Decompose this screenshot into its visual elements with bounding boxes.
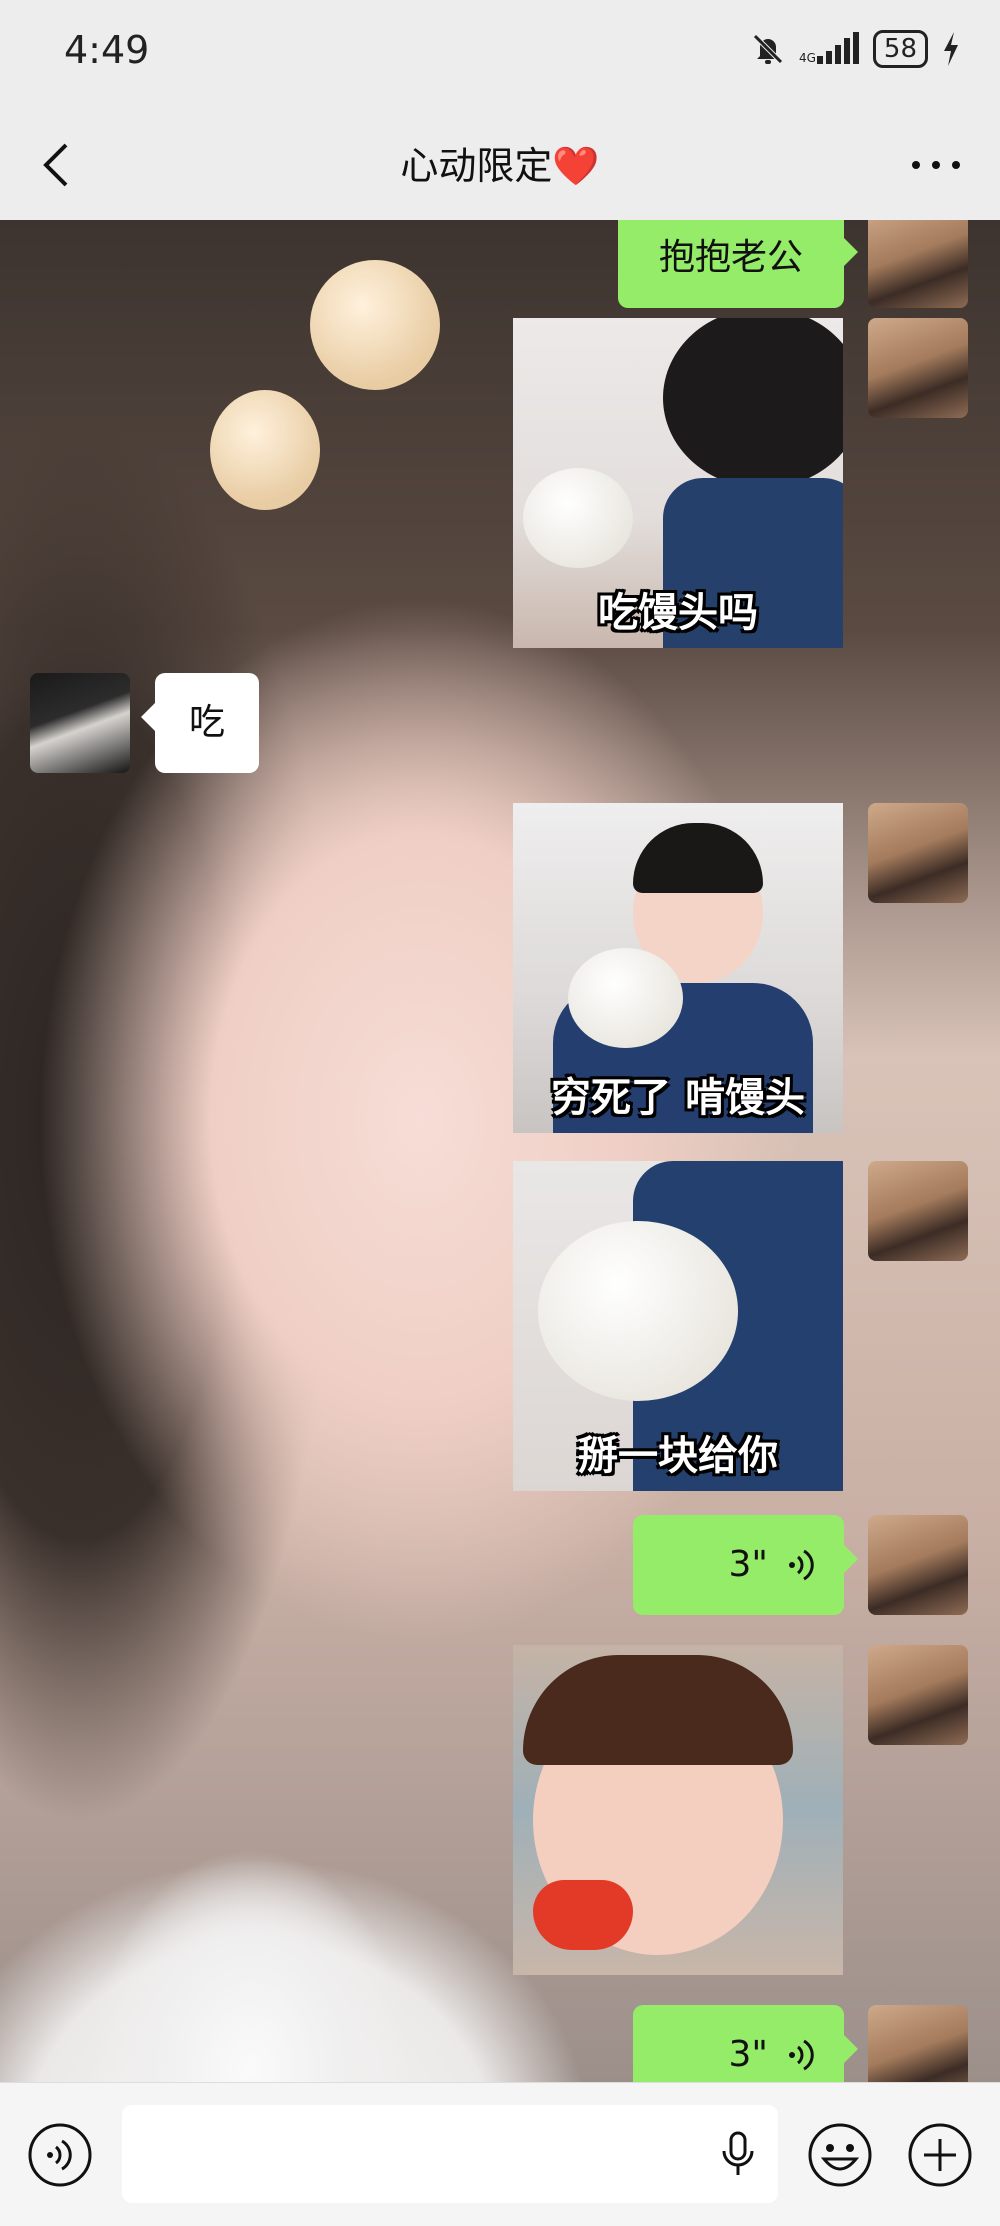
svg-text:4G: 4G bbox=[799, 51, 816, 65]
more-options-icon[interactable] bbox=[906, 140, 966, 190]
sticker-child-hair bbox=[663, 318, 843, 488]
voice-wave-icon bbox=[789, 2039, 814, 2071]
my-avatar[interactable] bbox=[868, 220, 968, 308]
emoji-icon[interactable] bbox=[806, 2121, 874, 2189]
my-avatar[interactable] bbox=[868, 318, 968, 418]
my-avatar[interactable] bbox=[868, 1161, 968, 1261]
input-toolbar bbox=[0, 2082, 1000, 2226]
message-text: 抱抱老公 bbox=[658, 237, 803, 278]
chat-header: 心动限定❤️ bbox=[0, 105, 1000, 220]
sticker-bun bbox=[568, 948, 683, 1048]
my-avatar[interactable] bbox=[868, 803, 968, 903]
sticker-caption: 吃馒头吗 bbox=[598, 590, 758, 636]
voice-message[interactable]: 3" bbox=[633, 1515, 858, 1615]
voice-message[interactable]: 3" bbox=[633, 2005, 858, 2082]
battery-level: 58 bbox=[872, 30, 928, 68]
chat-title: 心动限定❤️ bbox=[400, 144, 600, 188]
message-input[interactable] bbox=[122, 2105, 778, 2203]
sticker-message[interactable] bbox=[513, 1645, 843, 1975]
voice-duration: 3" bbox=[728, 1544, 768, 1585]
sticker-bun bbox=[538, 1221, 738, 1401]
chat-history[interactable]: 抱抱老公 吃馒头吗 吃 穷死了 啃馒头 掰一块给你 3" 3" bbox=[0, 220, 1000, 2082]
sticker-message[interactable]: 掰一块给你 bbox=[513, 1161, 843, 1491]
my-avatar[interactable] bbox=[868, 2005, 968, 2082]
message-text: 吃 bbox=[188, 702, 225, 743]
background-hairclip bbox=[210, 390, 320, 510]
sticker-caption: 穷死了 啃馒头 bbox=[551, 1075, 805, 1121]
my-avatar[interactable] bbox=[868, 1645, 968, 1745]
mute-bell-icon bbox=[753, 34, 783, 64]
my-avatar[interactable] bbox=[868, 1515, 968, 1615]
sticker-message[interactable]: 吃馒头吗 bbox=[513, 318, 843, 648]
text-message-outgoing[interactable]: 抱抱老公 bbox=[618, 220, 858, 308]
voice-wave-icon bbox=[789, 1549, 814, 1581]
status-icons: 4G 58 bbox=[751, 30, 960, 68]
voice-input-toggle-icon[interactable] bbox=[26, 2121, 94, 2189]
signal-icon: 4G bbox=[799, 32, 859, 65]
status-time: 4:49 bbox=[64, 28, 150, 72]
sticker-strawberry bbox=[533, 1880, 633, 1950]
voice-duration: 3" bbox=[728, 2034, 768, 2075]
add-icon[interactable] bbox=[906, 2121, 974, 2189]
charging-icon bbox=[944, 32, 958, 66]
text-message-incoming[interactable]: 吃 bbox=[141, 673, 259, 773]
sticker-message[interactable]: 穷死了 啃馒头 bbox=[513, 803, 843, 1133]
contact-avatar[interactable] bbox=[30, 673, 130, 773]
background-hairclip bbox=[310, 260, 440, 390]
status-bar: 4:49 4G 58 bbox=[0, 0, 1000, 105]
sticker-caption: 掰一块给你 bbox=[578, 1433, 778, 1479]
sticker-child-hair bbox=[523, 1655, 793, 1765]
microphone-icon[interactable] bbox=[720, 2131, 756, 2179]
sticker-child-hair bbox=[633, 823, 763, 893]
sticker-bun bbox=[523, 468, 633, 568]
